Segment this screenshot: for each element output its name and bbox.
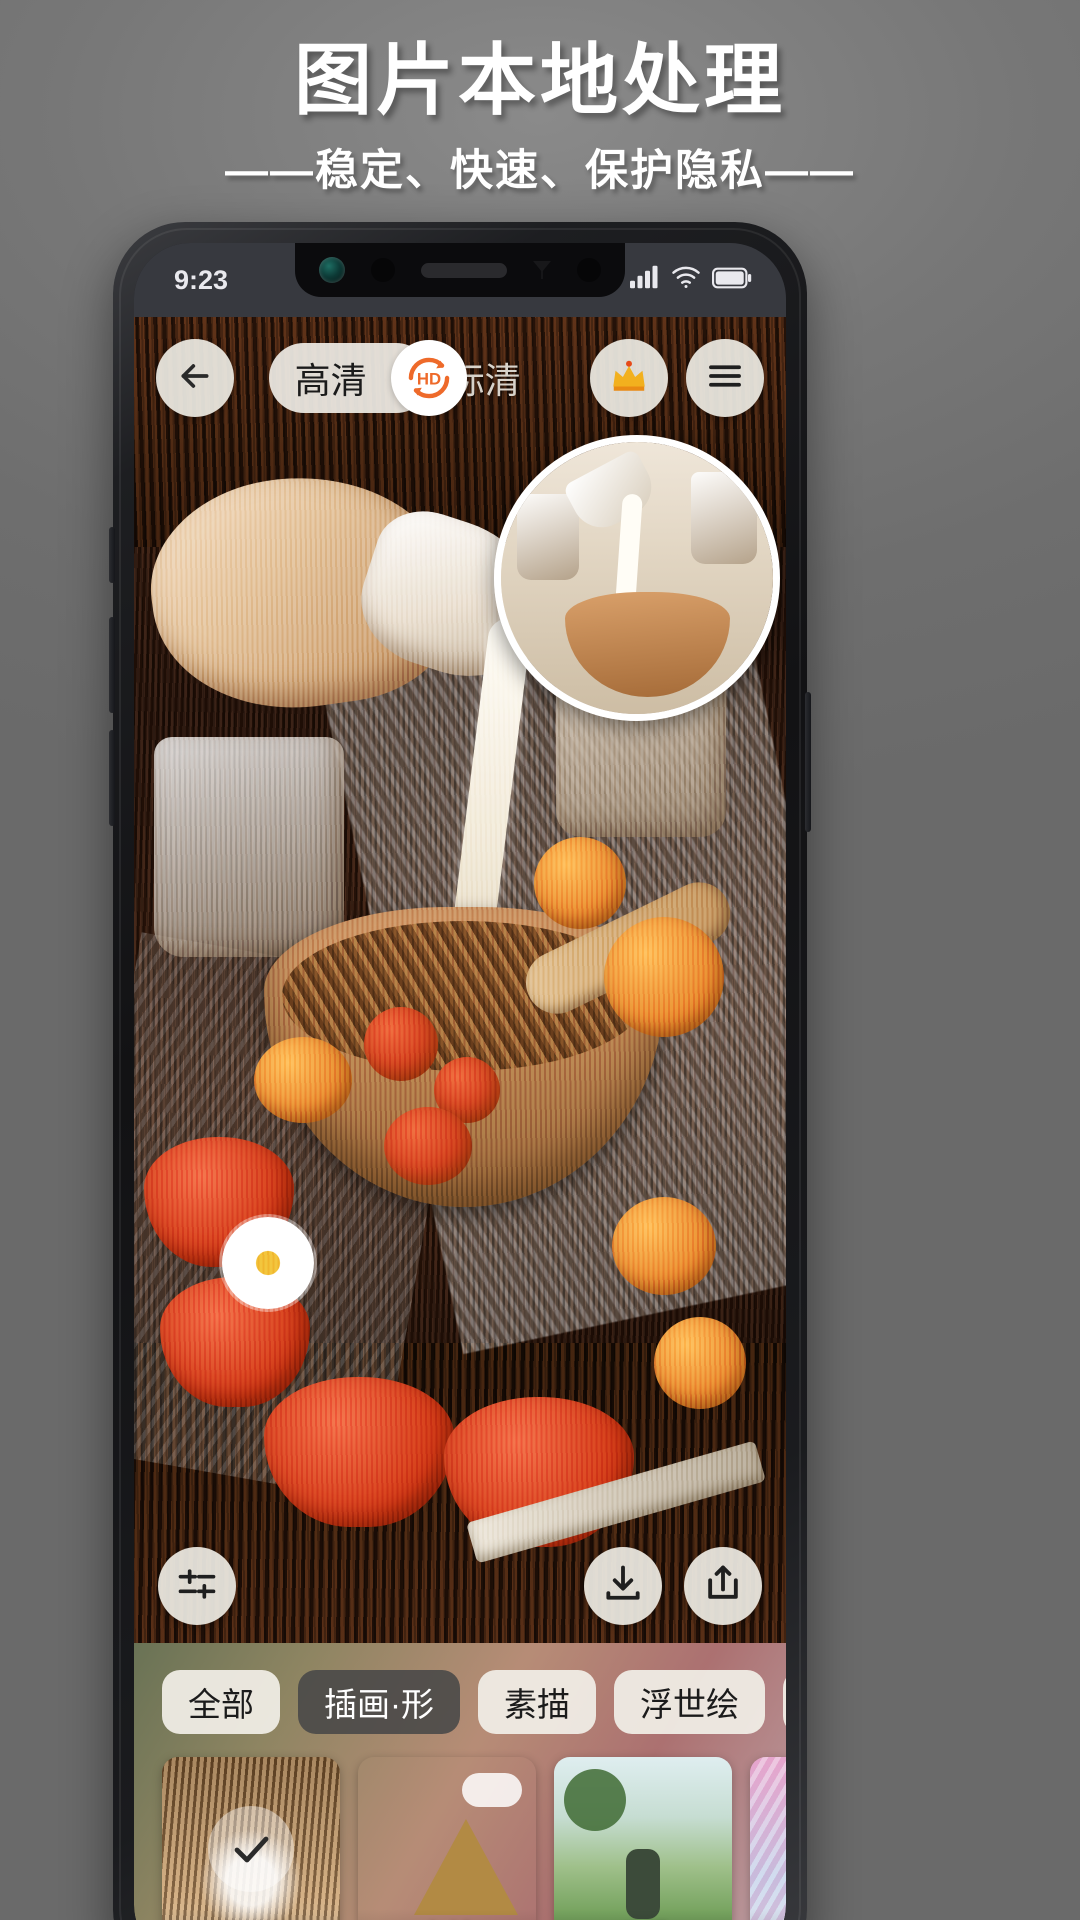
phone-power-button [805, 692, 811, 832]
menu-button[interactable] [686, 339, 764, 417]
artwork-fruit [604, 917, 724, 1037]
crown-icon [608, 355, 650, 402]
toolbar-right-group [590, 339, 764, 417]
artwork-daisy [222, 1217, 314, 1309]
floating-action-row [134, 1541, 786, 1631]
phone-notch [295, 243, 625, 297]
artwork-fruit [254, 1037, 352, 1123]
back-arrow-icon [175, 356, 215, 401]
floating-right-group [584, 1547, 762, 1625]
preview-jar [691, 472, 757, 564]
proximity-sensor-icon [533, 261, 551, 279]
svg-text:HD: HD [417, 369, 441, 388]
style-thumbnail-list[interactable]: 背影 山峡 远眺 [134, 1739, 786, 1920]
poster-headline: 图片本地处理 ——稳定、快速、保护隐私—— [0, 0, 1080, 215]
chip-all[interactable]: 全部 [162, 1670, 280, 1734]
artwork-fruit [384, 1107, 472, 1185]
battery-icon [712, 265, 752, 296]
style-thumb-label: 山峡 [358, 1909, 536, 1920]
artwork-fruit [364, 1007, 438, 1081]
app-root: 高清 HD 标清 全部 插画·形 素描 浮世绘 [134, 243, 786, 1920]
earpiece-speaker [421, 262, 507, 278]
signal-bars-icon [630, 265, 660, 296]
style-thumb-yuantiao[interactable]: 远眺 [554, 1757, 732, 1920]
check-icon [208, 1806, 294, 1892]
vip-button[interactable] [590, 339, 668, 417]
style-thumb-label: 远眺 [554, 1909, 732, 1920]
chip-sketch[interactable]: 素描 [478, 1670, 596, 1734]
sensor-dot-icon [371, 258, 395, 282]
back-button[interactable] [156, 339, 234, 417]
style-thumb-beiying[interactable]: 背影 [162, 1757, 340, 1920]
top-toolbar: 高清 HD 标清 [134, 335, 786, 421]
share-button[interactable] [684, 1547, 762, 1625]
chip-ukiyoe[interactable]: 浮世绘 [614, 1670, 765, 1734]
phone-mute-switch [109, 527, 115, 583]
artwork-fruit [534, 837, 626, 929]
original-preview-bubble[interactable] [494, 435, 780, 721]
style-category-chips[interactable]: 全部 插画·形 素描 浮世绘 版画 水 [134, 1643, 786, 1739]
original-preview-image [501, 442, 773, 714]
chip-illustration-shape[interactable]: 插画·形 [298, 1670, 460, 1734]
photo-canvas[interactable] [134, 317, 786, 1643]
phone-volume-up-button [109, 617, 115, 713]
thumb-tree-decoration [564, 1769, 626, 1831]
status-bar-icons [630, 265, 752, 296]
download-icon [601, 1562, 645, 1611]
page-title: 图片本地处理 [293, 36, 786, 124]
hamburger-menu-icon [704, 355, 746, 402]
front-camera-icon [319, 257, 345, 283]
phone-mockup: 高清 HD 标清 全部 插画·形 素描 浮世绘 9:23 [109, 222, 811, 1920]
preview-bowl [565, 592, 730, 697]
style-thumb-image [750, 1757, 786, 1920]
style-thumb-label [750, 1909, 786, 1920]
compare-toggle-icon [175, 1562, 219, 1611]
compare-button[interactable] [158, 1547, 236, 1625]
style-thumb-shanxia[interactable]: 山峡 [358, 1757, 536, 1920]
quality-hd-label: 高清 [294, 360, 367, 401]
artwork-jar-left [154, 737, 344, 957]
artwork-fruit [654, 1317, 746, 1409]
style-thumb-label: 背影 [162, 1909, 340, 1920]
status-bar-time: 9:23 [174, 264, 229, 295]
sensor-dot-icon [577, 258, 601, 282]
share-icon [701, 1562, 745, 1611]
preview-jar [517, 494, 579, 580]
chip-woodblock[interactable]: 版画 [783, 1670, 786, 1734]
style-thumb-next[interactable] [750, 1757, 786, 1920]
wifi-icon [671, 265, 701, 296]
page-subtitle: ——稳定、快速、保护隐私—— [225, 146, 855, 195]
quality-switch[interactable]: 高清 HD 标清 [268, 340, 521, 416]
styles-panel: 全部 插画·形 素描 浮世绘 版画 水 背影 [134, 1643, 786, 1920]
thumb-cloud-decoration [462, 1773, 522, 1807]
download-button[interactable] [584, 1547, 662, 1625]
thumb-peak-decoration [414, 1819, 518, 1915]
hd-badge-icon[interactable]: HD [390, 340, 467, 416]
phone-volume-down-button [109, 730, 115, 826]
phone-screen: 高清 HD 标清 全部 插画·形 素描 浮世绘 9:23 [134, 243, 786, 1920]
artwork-fruit [612, 1197, 716, 1295]
